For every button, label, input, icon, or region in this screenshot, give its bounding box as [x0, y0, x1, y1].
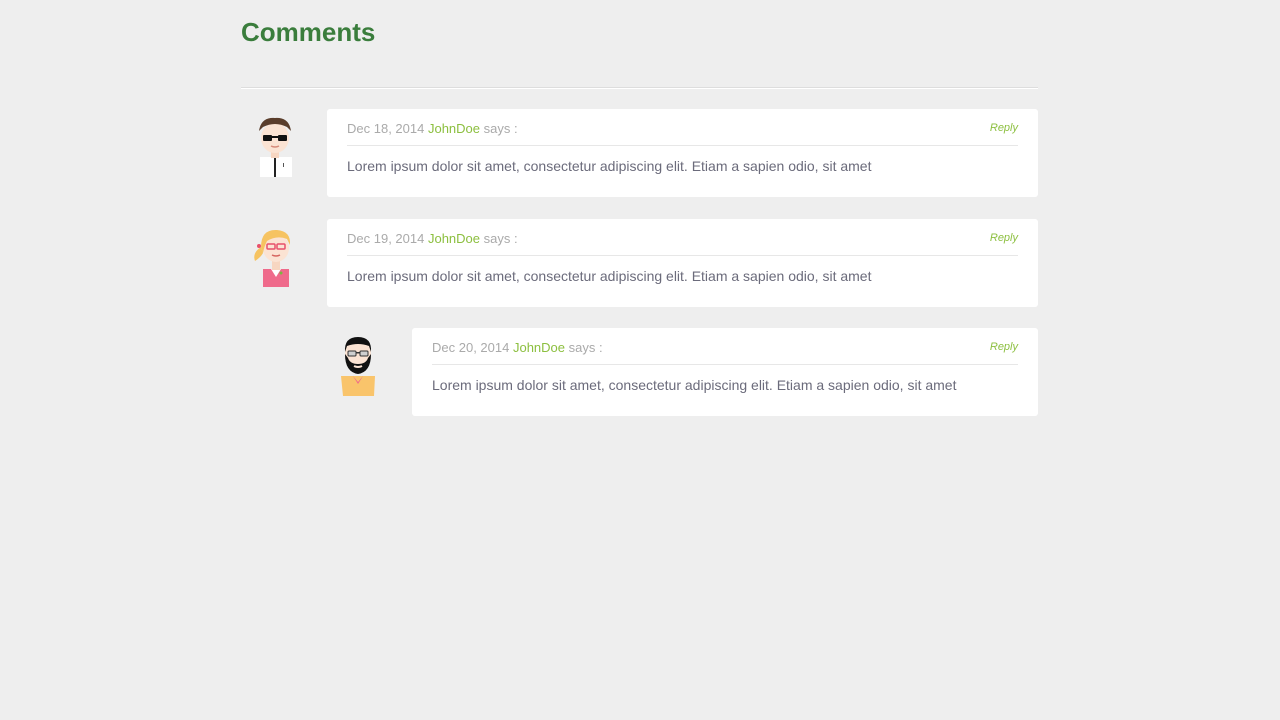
comment-item: Dec 19, 2014 JohnDoe says : Reply Lorem …	[241, 219, 1038, 307]
comment-text: Lorem ipsum dolor sit amet, consectetur …	[347, 158, 872, 174]
comment-meta: Dec 19, 2014 JohnDoe says : Reply	[347, 231, 1018, 256]
woman-glasses-icon	[241, 223, 307, 287]
comment-author-link[interactable]: JohnDoe	[428, 121, 480, 136]
reply-link[interactable]: Reply	[990, 341, 1018, 353]
comment-date: Dec 18, 2014	[347, 121, 425, 136]
man-sunglasses-icon	[241, 113, 307, 177]
comment-says-label: says :	[483, 121, 518, 136]
reply-link[interactable]: Reply	[990, 122, 1018, 134]
bearded-man-icon	[326, 332, 392, 396]
comments-section: Comments Dec 18, 2014 JohnDoe says : Rep…	[241, 0, 1038, 416]
comment-date: Dec 19, 2014	[347, 231, 425, 246]
comment-date: Dec 20, 2014	[432, 340, 510, 355]
comment-item: Dec 18, 2014 JohnDoe says : Reply Lorem …	[241, 109, 1038, 197]
comment-author-link[interactable]: JohnDoe	[428, 231, 480, 246]
comment-author-link[interactable]: JohnDoe	[513, 340, 565, 355]
comment-meta: Dec 18, 2014 JohnDoe says : Reply	[347, 121, 1018, 146]
comment-says-label: says :	[483, 231, 518, 246]
comment-item: Dec 20, 2014 JohnDoe says : Reply Lorem …	[326, 328, 1038, 416]
comment-meta: Dec 20, 2014 JohnDoe says : Reply	[432, 340, 1018, 365]
reply-link[interactable]: Reply	[990, 232, 1018, 244]
comment-card: Dec 19, 2014 JohnDoe says : Reply Lorem …	[327, 219, 1038, 307]
comment-says-label: says :	[568, 340, 603, 355]
comment-text: Lorem ipsum dolor sit amet, consectetur …	[432, 377, 957, 393]
title-divider	[241, 87, 1038, 89]
comment-text: Lorem ipsum dolor sit amet, consectetur …	[347, 268, 872, 284]
comment-card: Dec 18, 2014 JohnDoe says : Reply Lorem …	[327, 109, 1038, 197]
comment-card: Dec 20, 2014 JohnDoe says : Reply Lorem …	[412, 328, 1038, 416]
page-title: Comments	[241, 17, 376, 47]
